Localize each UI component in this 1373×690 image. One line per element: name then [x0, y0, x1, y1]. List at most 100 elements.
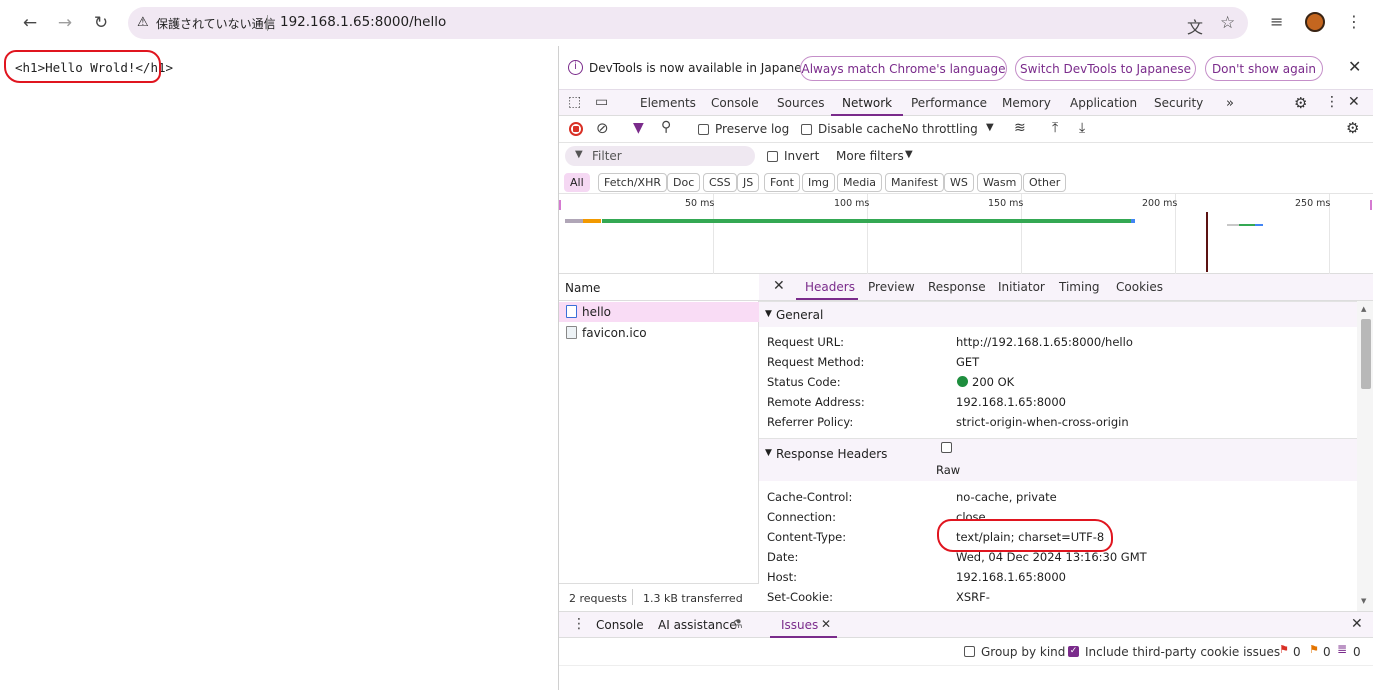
drawer-tab-console[interactable]: Console [596, 618, 644, 632]
type-filter-js[interactable]: JS [737, 173, 760, 192]
type-filter-wasm[interactable]: Wasm [977, 173, 1023, 192]
warning-count: 0 [1323, 645, 1331, 659]
close-icon[interactable]: ✕ [1348, 57, 1361, 76]
status-ok-dot-icon [957, 376, 968, 387]
request-row[interactable]: hello [559, 302, 759, 322]
type-filter-all[interactable]: All [564, 173, 590, 192]
more-filters-button[interactable]: More filters [836, 149, 904, 163]
type-filter-doc[interactable]: Doc [667, 173, 701, 192]
tab-application[interactable]: Application [1070, 96, 1137, 110]
type-filter-other[interactable]: Other [1023, 173, 1067, 192]
network-settings-icon[interactable]: ⚙ [1346, 119, 1359, 137]
third-party-checkbox[interactable]: ✓ [1068, 646, 1079, 657]
scroll-down-icon[interactable]: ▼ [1361, 597, 1366, 605]
bookmark-star-icon[interactable]: ☆ [1220, 13, 1235, 33]
group-by-kind-checkbox[interactable] [964, 646, 975, 657]
dont-show-again-button[interactable]: Don't show again [1205, 56, 1323, 81]
forward-arrow-icon[interactable]: → [52, 10, 78, 36]
request-name: hello [582, 305, 611, 319]
chevron-down-icon[interactable]: ▼ [905, 149, 913, 160]
tab-headers[interactable]: Headers [805, 280, 855, 294]
warning-icon[interactable]: ⚠ [137, 15, 149, 30]
network-conditions-icon[interactable]: ≋ [1014, 120, 1026, 136]
switch-language-button[interactable]: Switch DevTools to Japanese [1015, 56, 1196, 81]
chevron-down-icon[interactable]: ▼ [986, 122, 994, 133]
tab-console[interactable]: Console [711, 96, 759, 110]
tab-response[interactable]: Response [928, 280, 986, 294]
close-devtools-icon[interactable]: ✕ [1348, 94, 1360, 110]
third-party-label: Include third-party cookie issues [1085, 645, 1281, 659]
back-arrow-icon[interactable]: ← [17, 10, 43, 36]
security-label[interactable]: 保護されていない通信 [156, 15, 276, 32]
invert-checkbox[interactable] [767, 151, 778, 162]
device-toolbar-icon[interactable]: ▭ [595, 94, 608, 110]
search-icon[interactable]: ⚲ [661, 119, 671, 135]
tab-sources[interactable]: Sources [777, 96, 824, 110]
filter-bar: ▼ Filter Invert More filters ▼ [559, 143, 1373, 170]
header-key: Cache-Control: [767, 490, 853, 504]
drawer-menu-icon[interactable]: ⋮ [572, 616, 586, 632]
close-tab-icon[interactable]: ✕ [821, 617, 831, 631]
tab-performance[interactable]: Performance [911, 96, 987, 110]
scrollbar-thumb[interactable] [1361, 319, 1371, 389]
filter-funnel-icon[interactable]: ▼ [633, 120, 644, 136]
disable-cache-checkbox[interactable] [801, 124, 812, 135]
tab-initiator[interactable]: Initiator [998, 280, 1045, 294]
address-bar[interactable]: ⚠ 保護されていない通信 192.168.1.65:8000/hello 文 ☆ [128, 7, 1248, 39]
drawer-tab-ai-assistance[interactable]: AI assistance [658, 618, 737, 632]
annotation-circle [937, 519, 1113, 552]
export-har-icon[interactable]: ⤓ [1079, 120, 1085, 136]
info-message-icon: ≣ [1337, 642, 1348, 656]
general-section-header[interactable]: ▼ General [759, 301, 1357, 327]
url-text[interactable]: 192.168.1.65:8000/hello [280, 14, 446, 30]
media-controls-icon[interactable]: ≡ [1270, 12, 1283, 31]
request-row[interactable]: favicon.ico [559, 323, 759, 343]
devtools-panel: i DevTools is now available in Japanese!… [558, 46, 1373, 690]
match-language-button[interactable]: Always match Chrome's language [800, 56, 1007, 81]
header-value: GET [956, 355, 980, 369]
header-value: 192.168.1.65:8000 [956, 570, 1066, 584]
preserve-log-checkbox[interactable] [698, 124, 709, 135]
import-har-icon[interactable]: ⤒ [1052, 120, 1058, 136]
resource-type-filters: All Fetch/XHR Doc CSS JS Font Img Media … [559, 170, 1373, 194]
tab-timing[interactable]: Timing [1059, 280, 1100, 294]
translate-icon[interactable]: 文 [1187, 14, 1203, 38]
record-stop-icon[interactable] [569, 122, 583, 136]
tab-security[interactable]: Security [1154, 96, 1203, 110]
tab-elements[interactable]: Elements [640, 96, 696, 110]
drawer-tab-issues[interactable]: Issues [781, 618, 818, 632]
scroll-up-icon[interactable]: ▲ [1361, 305, 1366, 313]
tab-network[interactable]: Network [842, 96, 892, 110]
avatar[interactable] [1305, 12, 1325, 32]
network-timeline[interactable]: 50 ms 100 ms 150 ms 200 ms 250 ms [559, 194, 1373, 274]
close-details-icon[interactable]: ✕ [773, 278, 785, 294]
column-name[interactable]: Name [565, 281, 600, 295]
section-title: General [776, 308, 824, 322]
more-tabs-icon[interactable]: » [1226, 96, 1234, 111]
type-filter-img[interactable]: Img [802, 173, 835, 192]
close-drawer-icon[interactable]: ✕ [1351, 616, 1363, 632]
type-filter-fetch-xhr[interactable]: Fetch/XHR [598, 173, 667, 192]
kebab-menu-icon[interactable]: ⋮ [1325, 94, 1339, 110]
clear-icon[interactable]: ⊘ [596, 119, 609, 137]
type-filter-media[interactable]: Media [837, 173, 883, 192]
response-headers-section-header[interactable]: ▼ Response Headers Raw [759, 438, 1357, 481]
reload-icon[interactable]: ↻ [88, 10, 114, 36]
filter-input[interactable]: ▼ Filter [565, 146, 755, 166]
throttling-select[interactable]: No throttling [902, 122, 978, 136]
inspect-element-icon[interactable]: ⬚ [568, 94, 581, 110]
tab-preview[interactable]: Preview [868, 280, 915, 294]
type-filter-font[interactable]: Font [764, 173, 800, 192]
details-scrollbar[interactable]: ▲ ▼ [1357, 301, 1373, 611]
type-filter-manifest[interactable]: Manifest [885, 173, 944, 192]
type-filter-ws[interactable]: WS [944, 173, 974, 192]
header-value: http://192.168.1.65:8000/hello [956, 335, 1133, 349]
tab-memory[interactable]: Memory [1002, 96, 1051, 110]
tab-cookies[interactable]: Cookies [1116, 280, 1163, 294]
raw-checkbox[interactable] [941, 442, 952, 453]
menu-kebab-icon[interactable]: ⋮ [1346, 12, 1362, 31]
settings-gear-icon[interactable]: ⚙ [1294, 94, 1307, 112]
browser-toolbar: ← → ↻ ⚠ 保護されていない通信 192.168.1.65:8000/hel… [0, 0, 1373, 46]
type-filter-css[interactable]: CSS [703, 173, 737, 192]
header-value: Wed, 04 Dec 2024 13:16:30 GMT [956, 550, 1147, 564]
